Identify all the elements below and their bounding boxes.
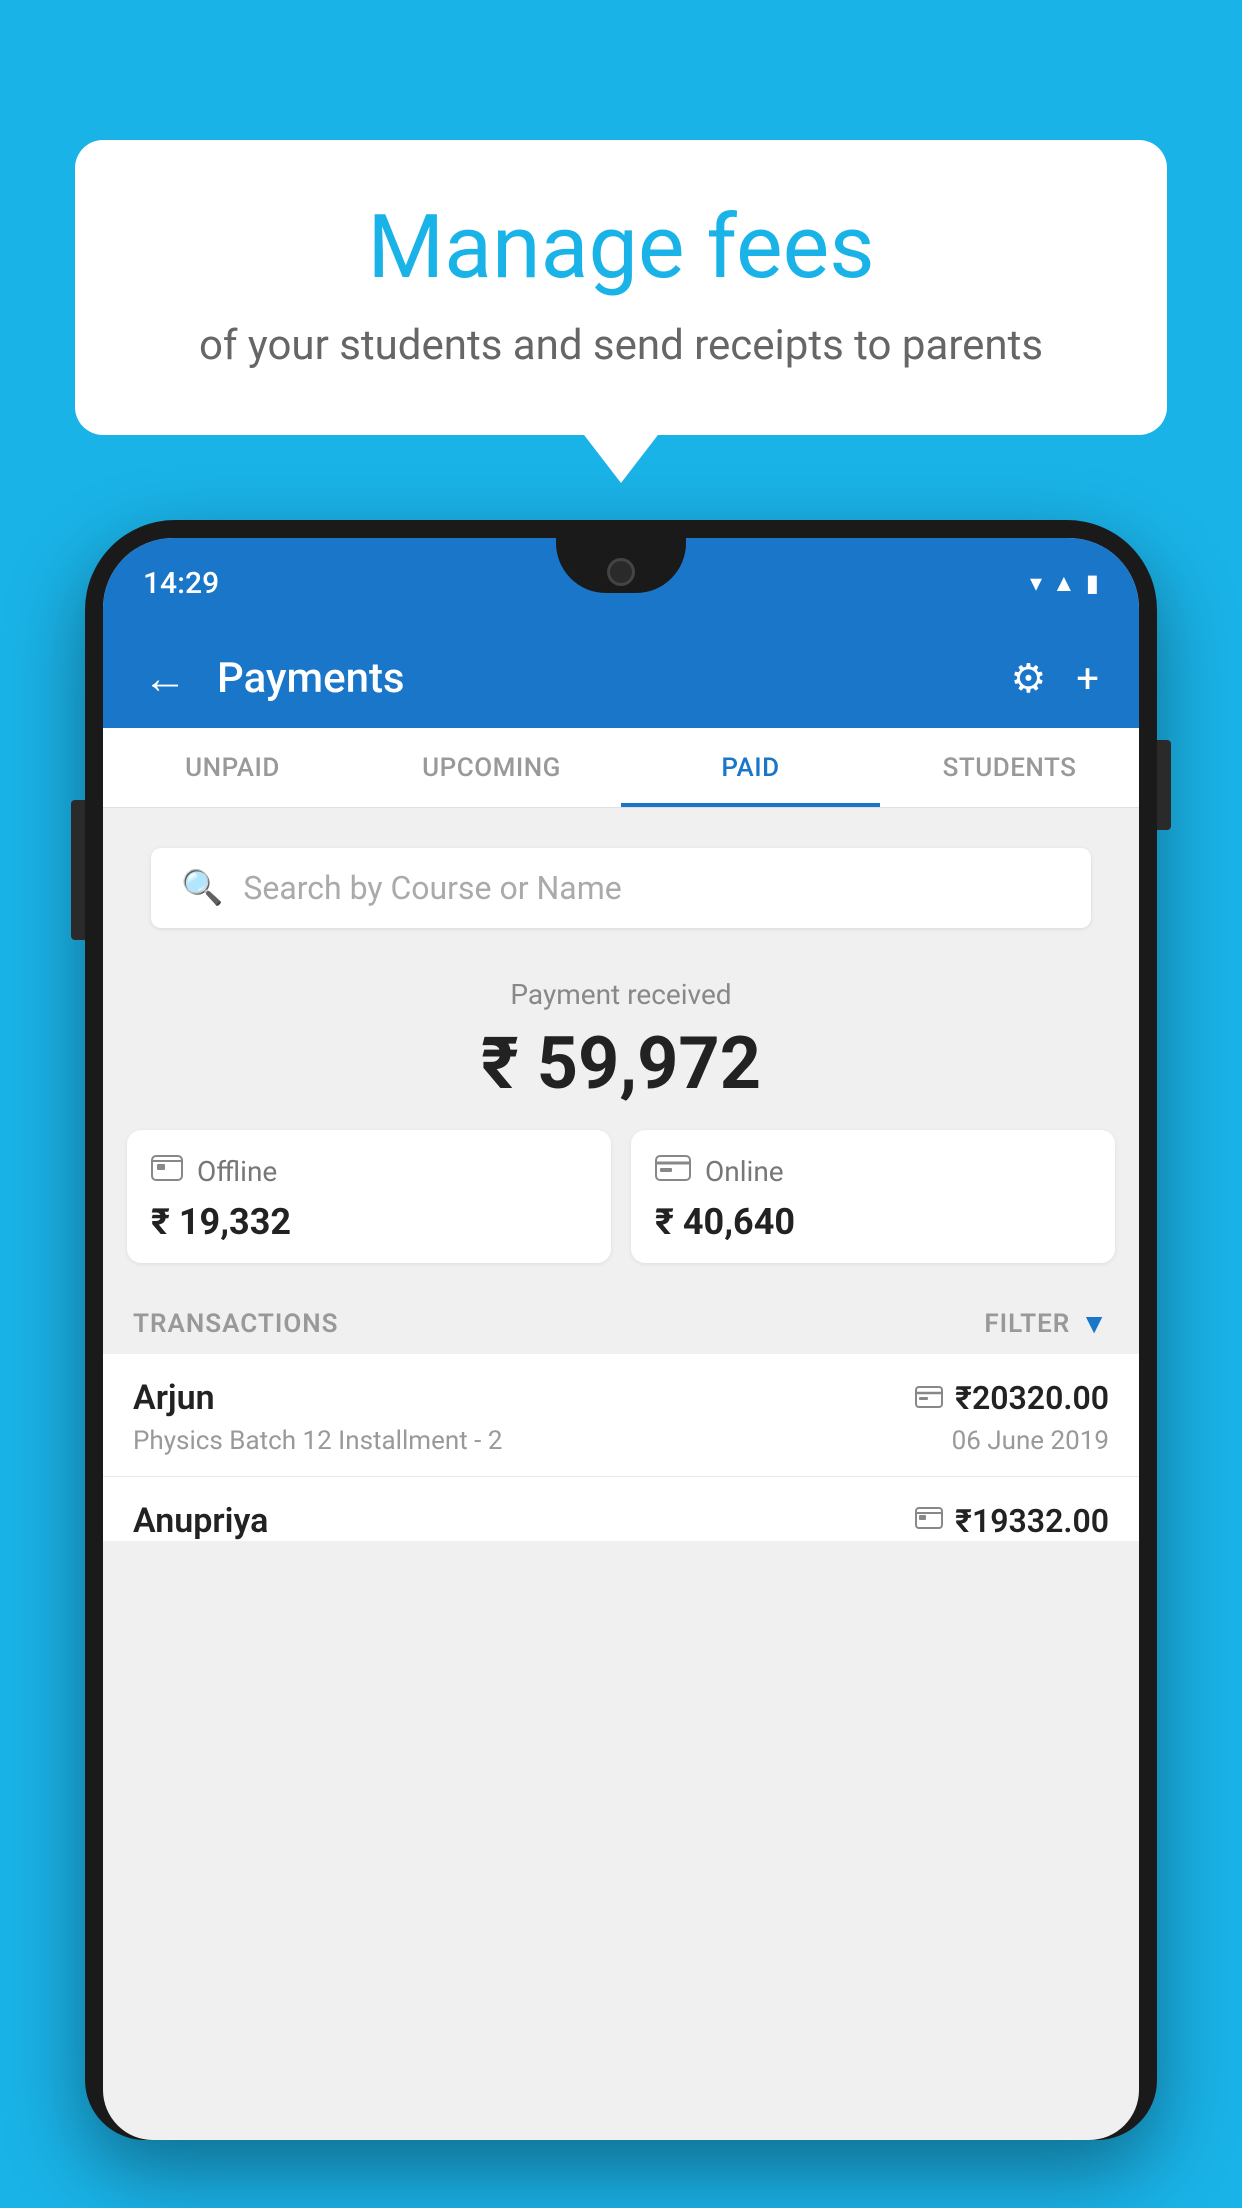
offline-amount: ₹ 19,332 xyxy=(151,1201,587,1243)
header-icons: ⚙ + xyxy=(1010,655,1099,702)
offline-card-header: Offline xyxy=(151,1154,587,1189)
transaction-name: Anupriya xyxy=(133,1501,268,1541)
phone-screen: 14:29 ▾ ▲ ▮ ← Payments ⚙ + xyxy=(103,538,1139,2140)
search-icon: 🔍 xyxy=(181,868,223,908)
filter-icon: ▼ xyxy=(1080,1307,1109,1340)
bubble-title: Manage fees xyxy=(155,200,1087,297)
table-row[interactable]: Arjun ₹20320.00 xyxy=(103,1354,1139,1477)
online-payment-icon xyxy=(915,1382,943,1415)
wifi-icon: ▾ xyxy=(1030,569,1042,597)
tab-upcoming[interactable]: UPCOMING xyxy=(362,728,621,807)
back-button[interactable]: ← xyxy=(143,652,187,704)
search-bar[interactable]: 🔍 Search by Course or Name xyxy=(151,848,1091,928)
tab-students[interactable]: STUDENTS xyxy=(880,728,1139,807)
payment-received-label: Payment received xyxy=(127,978,1115,1011)
filter-label: FILTER xyxy=(984,1309,1070,1339)
app-header: ← Payments ⚙ + xyxy=(103,628,1139,728)
transaction-date: 06 June 2019 xyxy=(952,1426,1109,1456)
status-time: 14:29 xyxy=(143,566,219,601)
bubble-subtitle: of your students and send receipts to pa… xyxy=(155,321,1087,370)
payment-total-amount: ₹ 59,972 xyxy=(127,1021,1115,1106)
transaction-amount-wrap: ₹19332.00 xyxy=(915,1502,1109,1540)
transaction-amount-wrap: ₹20320.00 xyxy=(915,1379,1109,1417)
tab-unpaid[interactable]: UNPAID xyxy=(103,728,362,807)
online-payment-card: Online ₹ 40,640 xyxy=(631,1130,1115,1263)
online-amount: ₹ 40,640 xyxy=(655,1201,1091,1243)
speech-bubble-container: Manage fees of your students and send re… xyxy=(75,140,1167,435)
transactions-label: TRANSACTIONS xyxy=(133,1309,339,1339)
transaction-list: Arjun ₹20320.00 xyxy=(103,1354,1139,1541)
offline-payment-icon xyxy=(915,1506,943,1536)
transaction-row-bottom: Physics Batch 12 Installment - 2 06 June… xyxy=(133,1426,1109,1456)
camera-dot xyxy=(607,558,635,586)
payment-cards: Offline ₹ 19,332 xyxy=(127,1130,1115,1263)
transactions-header: TRANSACTIONS FILTER ▼ xyxy=(103,1287,1139,1354)
payment-summary: Payment received ₹ 59,972 xyxy=(103,948,1139,1287)
tabs-bar: UNPAID UPCOMING PAID STUDENTS xyxy=(103,728,1139,808)
page-title: Payments xyxy=(217,654,980,703)
status-icons: ▾ ▲ ▮ xyxy=(1030,569,1099,598)
notch-cutout xyxy=(556,538,686,593)
signal-icon: ▲ xyxy=(1052,569,1076,598)
status-bar: 14:29 ▾ ▲ ▮ xyxy=(103,538,1139,628)
settings-icon[interactable]: ⚙ xyxy=(1010,655,1046,702)
phone-mockup: 14:29 ▾ ▲ ▮ ← Payments ⚙ + xyxy=(85,520,1157,2208)
battery-icon: ▮ xyxy=(1086,569,1099,597)
online-label: Online xyxy=(705,1155,784,1188)
transaction-partial-top: Anupriya ₹19332.00 xyxy=(133,1501,1109,1541)
transaction-name: Arjun xyxy=(133,1378,215,1418)
offline-payment-card: Offline ₹ 19,332 xyxy=(127,1130,611,1263)
filter-button[interactable]: FILTER ▼ xyxy=(984,1307,1109,1340)
online-card-header: Online xyxy=(655,1154,1091,1189)
table-row[interactable]: Anupriya ₹19332.00 xyxy=(103,1477,1139,1541)
add-icon[interactable]: + xyxy=(1076,655,1099,702)
transaction-amount: ₹19332.00 xyxy=(955,1502,1109,1540)
offline-icon xyxy=(151,1154,183,1189)
offline-label: Offline xyxy=(197,1155,277,1188)
transaction-row-top: Arjun ₹20320.00 xyxy=(133,1378,1109,1418)
tab-paid[interactable]: PAID xyxy=(621,728,880,807)
transaction-amount: ₹20320.00 xyxy=(955,1379,1109,1417)
online-icon xyxy=(655,1154,691,1189)
phone-outer: 14:29 ▾ ▲ ▮ ← Payments ⚙ + xyxy=(85,520,1157,2140)
speech-bubble: Manage fees of your students and send re… xyxy=(75,140,1167,435)
search-placeholder: Search by Course or Name xyxy=(243,869,621,907)
transaction-course: Physics Batch 12 Installment - 2 xyxy=(133,1426,502,1456)
